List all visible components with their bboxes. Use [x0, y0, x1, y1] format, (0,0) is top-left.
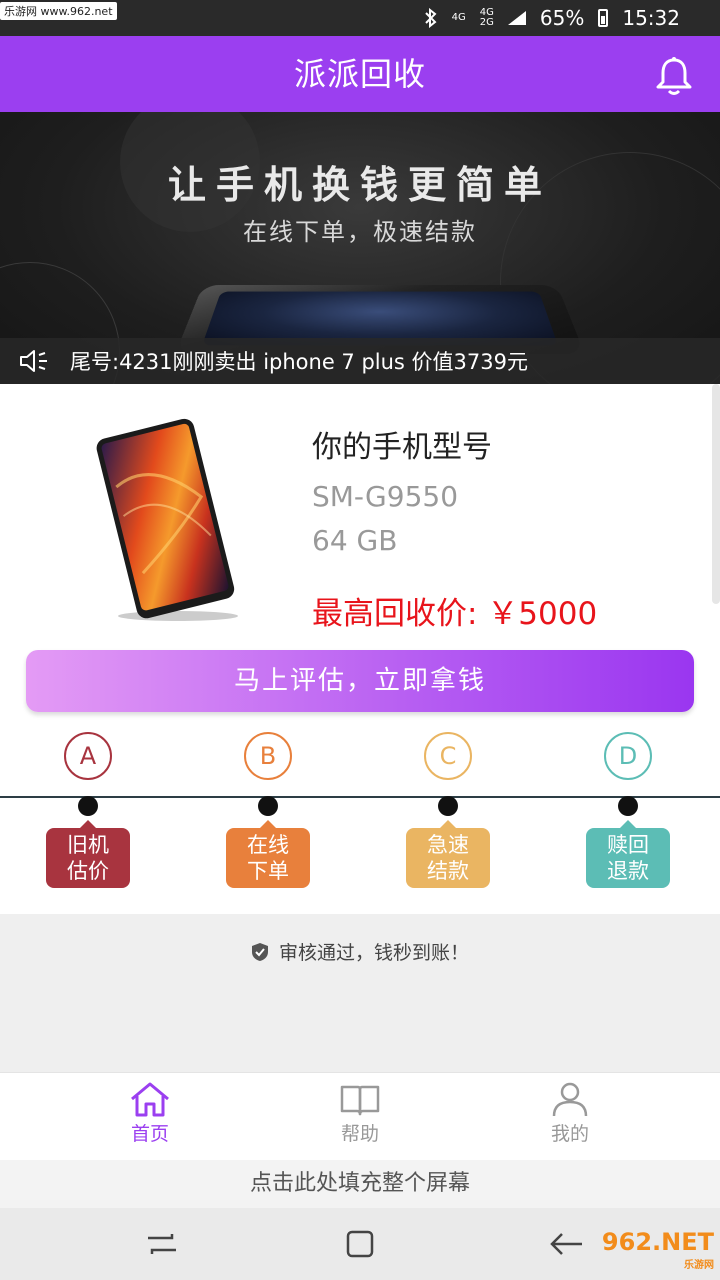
- recent-apps-icon[interactable]: [142, 1228, 182, 1260]
- back-icon[interactable]: [546, 1228, 586, 1260]
- nav-mine-label: 我的: [550, 1123, 589, 1145]
- timeline-dot: [258, 796, 278, 816]
- page-title: 派派回收: [293, 55, 426, 93]
- network-4g-label: 4G: [451, 12, 466, 23]
- bell-icon[interactable]: [652, 54, 696, 98]
- network-4g2g-label: 4G 2G: [479, 7, 494, 28]
- step-letter: C: [424, 732, 472, 780]
- step-letter: A: [64, 732, 112, 780]
- step-tag: 急速 结款: [406, 820, 490, 888]
- app-header: 派派回收: [0, 36, 720, 112]
- max-price: 最高回收价: ￥5000: [312, 596, 598, 632]
- model-title: 你的手机型号: [312, 430, 492, 465]
- step-tag: 旧机 估价: [46, 820, 130, 888]
- phone-image: [96, 418, 238, 621]
- user-icon: [552, 1082, 588, 1117]
- speaker-icon: [20, 350, 47, 372]
- nav-mine[interactable]: 我的: [510, 1081, 630, 1146]
- evaluate-button[interactable]: 马上评估，立即拿钱: [26, 650, 694, 712]
- watermark-logo: 962.NET 乐游网: [601, 1228, 714, 1271]
- step-letter: B: [244, 732, 292, 780]
- nav-home[interactable]: 首页: [90, 1081, 210, 1146]
- process-timeline: [0, 796, 720, 798]
- nav-help-label: 帮助: [340, 1123, 379, 1145]
- bottom-nav: 首页 帮助 我的: [0, 1072, 720, 1160]
- home-icon: [131, 1082, 169, 1117]
- verify-note: 审核通过，钱秒到账！: [0, 938, 720, 965]
- model-number: SM-G9550: [312, 480, 459, 513]
- watermark-label: 乐游网 www.962.net: [0, 2, 117, 20]
- book-icon: [340, 1085, 380, 1116]
- signal-icon: [507, 11, 526, 25]
- clock: 15:32: [622, 6, 680, 30]
- step-tag: 在线 下单: [226, 820, 310, 888]
- fill-screen-button[interactable]: 点击此处填充整个屏幕: [0, 1160, 720, 1208]
- home-button-icon[interactable]: [340, 1228, 380, 1260]
- battery-percent: 65%: [539, 6, 585, 30]
- timeline-dot: [438, 796, 458, 816]
- shield-icon: [251, 943, 268, 961]
- system-nav-bar: 962.NET 乐游网: [0, 1208, 720, 1280]
- product-card: 你的手机型号 SM-G9550 64 GB 最高回收价: ￥5000 马上评估，…: [0, 384, 720, 914]
- sales-ticker: 尾号:4231刚刚卖出 iphone 7 plus 价值3739元: [0, 338, 720, 384]
- banner-subline: 在线下单，极速结款: [243, 218, 477, 246]
- timeline-dot: [618, 796, 638, 816]
- nav-home-label: 首页: [130, 1123, 169, 1145]
- promo-banner[interactable]: 让手机换钱更简单 在线下单，极速结款 尾号:4231刚刚卖出 iphone 7 …: [0, 112, 720, 384]
- ticker-text: 尾号:4231刚刚卖出 iphone 7 plus 价值3739元: [70, 350, 528, 374]
- battery-icon: [598, 9, 609, 27]
- nav-help[interactable]: 帮助: [300, 1081, 420, 1146]
- step-letter: D: [604, 732, 652, 780]
- bluetooth-icon: [424, 8, 437, 28]
- status-bar: 乐游网 www.962.net 4G 4G 2G 65% 15:32: [0, 0, 720, 36]
- timeline-dot: [78, 796, 98, 816]
- scrollbar[interactable]: [712, 384, 720, 604]
- banner-headline: 让手机换钱更简单: [167, 163, 552, 207]
- model-capacity: 64 GB: [312, 524, 398, 557]
- step-tag: 赎回 退款: [586, 820, 670, 888]
- verify-text: 审核通过，钱秒到账！: [279, 942, 470, 964]
